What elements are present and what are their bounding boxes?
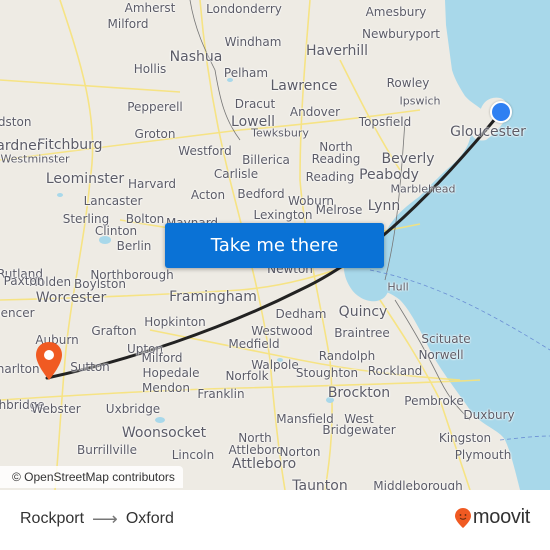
- place-label: Rockland: [367, 364, 423, 378]
- place-label: Lawrence: [270, 78, 338, 94]
- place-label: Spencer: [0, 306, 35, 320]
- place-label: Acton: [190, 188, 226, 202]
- moovit-logo[interactable]: moovit: [454, 506, 530, 529]
- place-label: Amherst: [124, 1, 176, 15]
- place-label: Worcester: [35, 290, 107, 306]
- place-label: Westwood: [251, 324, 313, 338]
- place-label: Uxbridge: [105, 402, 161, 416]
- place-label: Leominster: [45, 171, 125, 187]
- place-label: Lincoln: [171, 448, 215, 462]
- place-label: Northborough: [90, 268, 174, 282]
- place-label: Burrillville: [77, 443, 137, 457]
- place-label: Nashua: [169, 49, 223, 65]
- place-label: Tewksbury: [251, 126, 309, 140]
- take-me-there-button[interactable]: Take me there: [165, 223, 384, 268]
- place-label: Dracut: [234, 97, 276, 111]
- place-label: Grafton: [91, 324, 137, 338]
- place-label: Carlisle: [213, 167, 259, 181]
- place-label: Gardston: [0, 115, 32, 129]
- place-label: Medfield: [228, 337, 280, 351]
- place-label: Peabody: [359, 167, 419, 183]
- place-label: Norfolk: [225, 369, 269, 383]
- place-label: Westminster: [0, 152, 70, 166]
- place-label: Hopkinton: [144, 315, 206, 329]
- place-label: Gardner: [0, 138, 43, 154]
- place-label: Stoughton: [295, 366, 359, 380]
- place-label: Milford: [141, 351, 183, 365]
- place-label: Ipswich: [399, 94, 441, 108]
- place-label: Harvard: [127, 177, 177, 191]
- place-label: Hollis: [133, 62, 167, 76]
- place-label: Melrose: [315, 203, 363, 217]
- place-label: Pelham: [223, 66, 269, 80]
- place-label: Berlin: [116, 239, 152, 253]
- place-label: Londonderry: [206, 2, 282, 16]
- place-label: Lexington: [253, 208, 313, 222]
- place-label: Hull: [387, 280, 409, 294]
- place-label: Attleboro: [228, 443, 284, 457]
- place-label: Braintree: [334, 326, 390, 340]
- place-label: Duxbury: [463, 408, 515, 422]
- place-label: Gloucester: [450, 124, 526, 140]
- place-label: Kingston: [438, 431, 492, 445]
- map-attribution[interactable]: © OpenStreetMap contributors: [0, 466, 183, 488]
- place-label: Pepperell: [127, 100, 183, 114]
- place-label: Beverly: [381, 151, 435, 167]
- place-label: Hopedale: [142, 366, 200, 380]
- place-label: Billerica: [242, 153, 290, 167]
- place-label: Franklin: [197, 387, 245, 401]
- place-label: Scituate: [421, 332, 471, 346]
- place-label: Taunton: [292, 478, 348, 490]
- place-label: Reading: [311, 152, 361, 166]
- place-label: Dedham: [275, 307, 327, 321]
- place-label: Groton: [134, 127, 176, 141]
- place-label: Andover: [289, 105, 341, 119]
- place-label: Milford: [107, 17, 149, 31]
- destination-name: Oxford: [125, 510, 174, 527]
- brand-wordmark: moovit: [472, 506, 530, 528]
- moovit-pin-icon: [454, 507, 471, 528]
- place-label: Fitchburg: [37, 137, 103, 153]
- place-label: Plymouth: [454, 448, 512, 462]
- place-label: Clinton: [94, 224, 138, 238]
- arrow-right-icon: ⟶: [92, 509, 118, 529]
- place-label: Rowley: [386, 76, 430, 90]
- place-label: Brockton: [327, 385, 391, 401]
- place-label: Bridgewater: [322, 423, 396, 437]
- place-label: Attleboro: [231, 456, 297, 472]
- place-label: Marblehead: [390, 182, 456, 196]
- place-label: Topsfield: [358, 115, 412, 129]
- origin-marker[interactable]: [490, 101, 512, 123]
- place-label: Quincy: [338, 304, 388, 320]
- place-label: Amesbury: [365, 5, 427, 19]
- place-label: Lynn: [367, 198, 401, 214]
- footer: Rockport ⟶ Oxford moovit: [0, 490, 550, 550]
- ocean: [360, 0, 550, 490]
- origin-name: Rockport: [20, 510, 85, 527]
- place-label: Windham: [224, 35, 282, 49]
- place-label: Bedford: [237, 187, 285, 201]
- place-label: Norwell: [418, 348, 464, 362]
- place-label: Westford: [178, 144, 232, 158]
- place-label: Reading: [305, 170, 355, 184]
- place-label: Randolph: [318, 349, 376, 363]
- place-label: Sutton: [70, 360, 110, 374]
- place-label: Mendon: [142, 381, 190, 395]
- place-label: Newburyport: [361, 27, 441, 41]
- place-label: Paxton: [3, 274, 45, 288]
- place-label: Woonsocket: [121, 425, 207, 441]
- place-label: Lancaster: [83, 194, 143, 208]
- place-label: Middleborough: [373, 479, 463, 490]
- place-label: Pembroke: [404, 394, 464, 408]
- place-label: Webster: [31, 402, 81, 416]
- destination-pin-icon[interactable]: [33, 340, 65, 382]
- route-title: Rockport ⟶ Oxford: [20, 510, 174, 528]
- map[interactable]: Amherst Londonderry Amesbury Milford Newbury…: [0, 0, 550, 490]
- place-label: Framingham: [169, 289, 257, 305]
- place-label: Haverhill: [305, 43, 369, 59]
